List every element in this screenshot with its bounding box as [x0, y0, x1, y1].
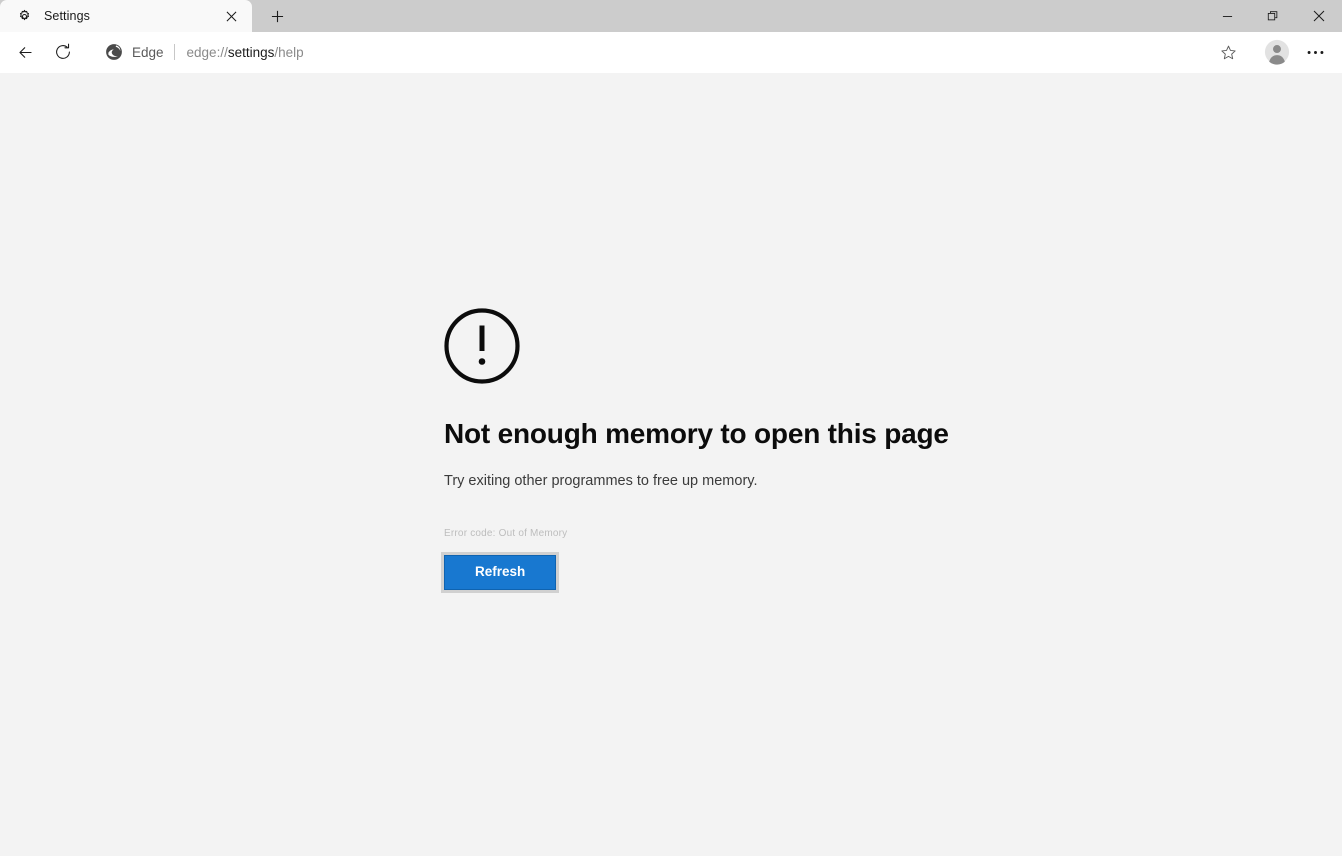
- new-tab-button[interactable]: [262, 1, 292, 31]
- close-icon: [1313, 10, 1325, 22]
- tab-title: Settings: [44, 9, 220, 23]
- ellipsis-icon: [1307, 50, 1324, 55]
- tab-close-icon[interactable]: [220, 5, 242, 27]
- url-scheme: edge://: [187, 45, 228, 60]
- plus-icon: [271, 10, 284, 23]
- url-path: /help: [274, 45, 303, 60]
- window-close-button[interactable]: [1296, 0, 1342, 32]
- address-bar[interactable]: Edge edge://settings/help: [90, 37, 1248, 67]
- favorites-star-icon[interactable]: [1214, 38, 1242, 66]
- omnibox-app-name: Edge: [132, 45, 164, 60]
- omnibox-url-text: edge://settings/help: [187, 45, 1214, 60]
- avatar-icon: [1264, 39, 1290, 65]
- url-emphasis: settings: [228, 45, 275, 60]
- profile-button[interactable]: [1260, 35, 1294, 69]
- title-bar: Settings: [0, 0, 1342, 32]
- error-code-text: Error code: Out of Memory: [444, 528, 1144, 539]
- page-content: Not enough memory to open this page Try …: [0, 73, 1342, 856]
- error-heading: Not enough memory to open this page: [444, 417, 1144, 451]
- arrow-left-icon: [16, 43, 35, 62]
- window-controls: [1204, 0, 1342, 32]
- browser-toolbar: Edge edge://settings/help: [0, 32, 1342, 73]
- reload-button[interactable]: [46, 35, 80, 69]
- window-minimize-button[interactable]: [1204, 0, 1250, 32]
- restore-icon: [1267, 10, 1279, 22]
- window-restore-button[interactable]: [1250, 0, 1296, 32]
- titlebar-drag-region: [292, 0, 1204, 32]
- omnibox-separator: [174, 44, 175, 60]
- exclamation-circle-icon: [444, 308, 520, 384]
- settings-and-more-button[interactable]: [1298, 35, 1332, 69]
- error-page-container: Not enough memory to open this page Try …: [444, 308, 1144, 590]
- error-subtext: Try exiting other programmes to free up …: [444, 471, 1144, 491]
- minimize-icon: [1222, 11, 1233, 22]
- gear-icon: [16, 8, 32, 24]
- edge-swirl-icon: [105, 43, 123, 61]
- refresh-button[interactable]: Refresh: [444, 555, 556, 590]
- browser-tab-settings[interactable]: Settings: [0, 0, 252, 32]
- reload-icon: [54, 43, 72, 61]
- star-icon: [1220, 44, 1237, 61]
- back-button[interactable]: [8, 35, 42, 69]
- edge-logo-icon: [104, 42, 124, 62]
